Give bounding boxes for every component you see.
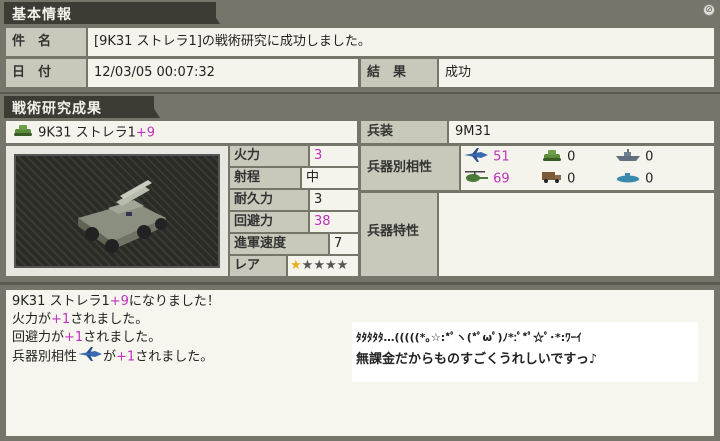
unit-plus: +9	[135, 125, 156, 141]
stat-value-durability: 3	[310, 190, 358, 210]
jet-fighter-icon	[77, 347, 103, 367]
message-text: になりました！	[128, 294, 220, 309]
affinity-value: 0	[645, 149, 654, 165]
stat-label-range: 射程	[230, 168, 300, 188]
helicopter-icon	[463, 170, 489, 188]
result-value: 成功	[439, 59, 714, 87]
result-label: 結 果	[361, 59, 437, 87]
affinity-value: 0	[645, 171, 654, 187]
jet-fighter-icon	[463, 148, 489, 166]
unit-image-frame	[6, 146, 228, 276]
date-label: 日 付	[6, 59, 86, 87]
stat-value-firepower: 3	[310, 146, 358, 166]
star-empty-icon: ★	[324, 258, 337, 273]
affinity-item: 51	[463, 148, 539, 166]
traits-value	[439, 193, 714, 276]
message-text: 火力が	[12, 312, 52, 327]
aa-vehicle-icon	[78, 180, 167, 253]
message-text: されました。	[83, 330, 162, 345]
affinity-grid: 51 0 0 69 0 0	[461, 146, 714, 190]
basic-info-title: 基本情報	[4, 2, 216, 24]
rarity-stars: ★★★★★	[288, 256, 358, 276]
affinity-value: 0	[567, 149, 576, 165]
submarine-icon	[615, 170, 641, 188]
message-text: されました。	[70, 312, 149, 327]
star-filled-icon: ★	[290, 258, 302, 273]
battleship-icon	[615, 148, 641, 166]
star-empty-icon: ★	[336, 258, 349, 273]
stat-value-range: 中	[302, 168, 358, 188]
unit-name-row: 9K31 ストレラ1+9	[6, 121, 357, 143]
message-plus: +1	[51, 312, 71, 327]
unit-name: 9K31 ストレラ1	[38, 125, 136, 141]
affinity-item: 0	[541, 170, 617, 188]
affinity-value: 0	[567, 171, 576, 187]
message-text: 回避力が	[12, 330, 65, 345]
affinity-label: 兵器別相性	[361, 146, 459, 190]
stats-table: 火力 3 射程 中 耐久力 3 回避力 38 進軍速度 7 レア ★★★★★	[230, 146, 358, 276]
title-tab-slant	[206, 2, 220, 24]
weapon-value: 9M31	[449, 121, 714, 143]
tank-icon	[12, 123, 34, 143]
stat-label-rarity: レア	[230, 256, 286, 276]
affinity-item: 0	[615, 170, 711, 188]
message-text: 9K31 ストレラ1	[12, 294, 110, 309]
message-text: 兵器別相性	[12, 349, 78, 365]
research-result-title: 戦術研究成果	[4, 96, 154, 118]
star-empty-icon: ★	[313, 258, 325, 273]
truck-icon	[541, 170, 563, 188]
message-text: が	[103, 349, 117, 365]
tank-icon	[541, 148, 563, 166]
stat-label-firepower: 火力	[230, 146, 308, 166]
stat-label-evasion: 回避力	[230, 212, 308, 232]
overlay-line-1: ﾀﾀﾀﾀﾀ…(((((*｡☆:*ﾟヽ(*ﾟωﾟ)ﾉ*:ﾟ*ﾟ☆ﾟ･*:ﾜｰｲ	[356, 331, 582, 344]
overlay-comment: ﾀﾀﾀﾀﾀ…(((((*｡☆:*ﾟヽ(*ﾟωﾟ)ﾉ*:ﾟ*ﾟ☆ﾟ･*:ﾜｰｲ 無…	[352, 322, 698, 382]
affinity-item: 69	[463, 170, 539, 188]
affinity-item: 0	[615, 148, 711, 166]
message-plus: +9	[109, 294, 129, 309]
title-tab-slant	[146, 96, 160, 118]
message-line: 9K31 ストレラ1+9になりました！	[12, 293, 708, 311]
date-value: 12/03/05 00:07:32	[88, 59, 358, 87]
traits-label: 兵器特性	[361, 193, 437, 276]
stat-label-durability: 耐久力	[230, 190, 308, 210]
name-value: [9K31 ストレラ1]の戦術研究に成功しました。	[88, 28, 714, 56]
weapon-label: 兵装	[361, 121, 447, 143]
stat-label-speed: 進軍速度	[230, 234, 328, 254]
overlay-line-2: 無課金だからものすごくうれしいですっ♪	[356, 352, 598, 367]
unit-image	[14, 154, 220, 268]
affinity-value: 51	[493, 149, 510, 165]
message-plus: +1	[116, 349, 136, 365]
stat-value-speed: 7	[330, 234, 358, 254]
name-label: 件 名	[6, 28, 86, 56]
collapse-icon[interactable]: ⊘	[703, 4, 715, 16]
affinity-item: 0	[541, 148, 617, 166]
message-text: されました。	[135, 349, 214, 365]
star-empty-icon: ★	[301, 258, 314, 273]
stat-value-evasion: 38	[310, 212, 358, 232]
affinity-value: 69	[493, 171, 510, 187]
message-plus: +1	[64, 330, 84, 345]
